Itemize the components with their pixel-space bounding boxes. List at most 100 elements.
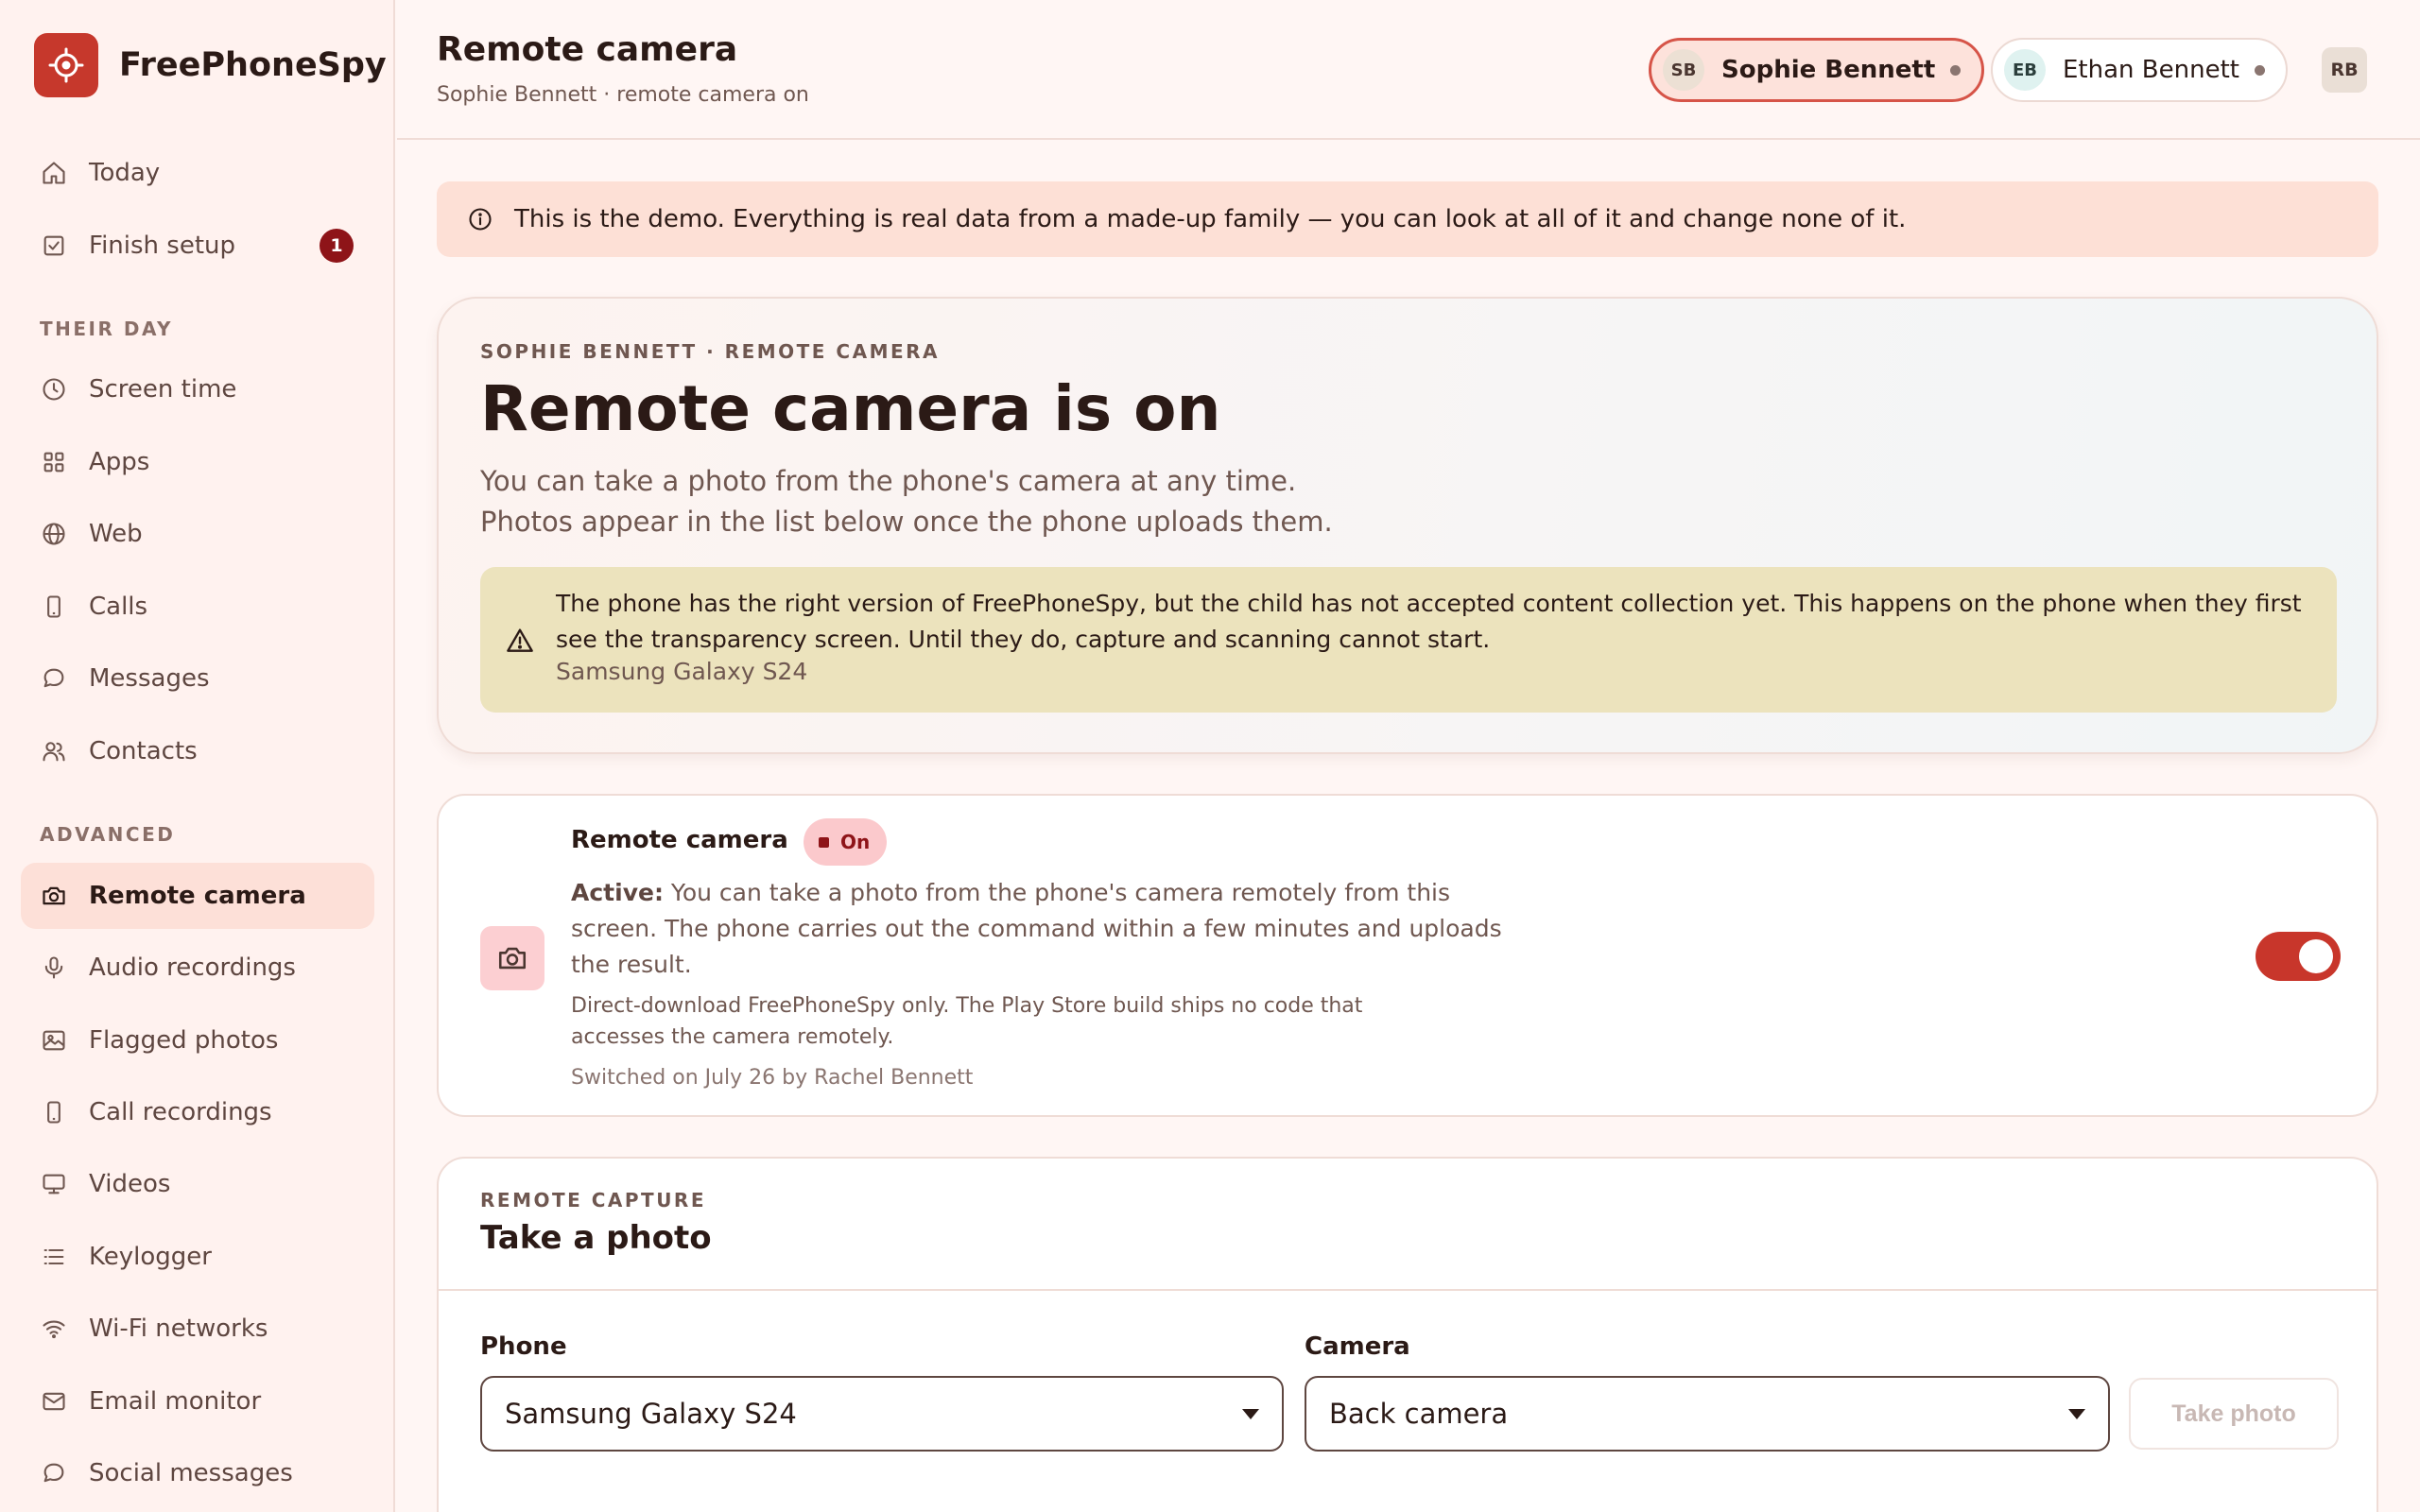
brand-name: FreePhoneSpy: [119, 46, 387, 84]
sidebar-item-label: Keylogger: [89, 1243, 212, 1271]
status-dot-icon: [1950, 64, 1962, 76]
sidebar-item-label: Messages: [89, 664, 210, 693]
camera-select[interactable]: Back camera: [1305, 1376, 2110, 1452]
chevron-down-icon: [2068, 1409, 2085, 1419]
phone-select[interactable]: Samsung Galaxy S24: [480, 1376, 1284, 1452]
status-badge: On: [804, 818, 888, 866]
sidebar-item-wifi-networks[interactable]: Wi-Fi networks: [21, 1296, 374, 1362]
avatar: EB: [2004, 49, 2046, 91]
chat-icon: [40, 1459, 68, 1487]
hero-eyebrow: SOPHIE BENNETT · REMOTE CAMERA: [480, 340, 941, 363]
setup-count-badge: 1: [320, 229, 354, 263]
sidebar-item-email-monitor[interactable]: Email monitor: [21, 1368, 374, 1435]
sidebar-item-label: Flagged photos: [89, 1026, 279, 1055]
sidebar-item-label: Today: [89, 159, 161, 187]
remote-camera-toggle[interactable]: [2256, 932, 2341, 981]
hero-description-line: Photos appear in the list below once the…: [480, 506, 1333, 538]
info-icon: [467, 205, 495, 233]
sidebar-item-messages[interactable]: Messages: [21, 645, 374, 712]
brand-logo-icon: [34, 33, 98, 97]
sidebar-item-label: Audio recordings: [89, 954, 296, 982]
sidebar-item-label: Screen time: [89, 375, 237, 404]
hero-description: You can take a photo from the phone's ca…: [480, 461, 1333, 542]
section-title-advanced: ADVANCED: [40, 823, 176, 846]
toggle-knob: [2299, 939, 2333, 973]
sidebar-item-social-messages[interactable]: Social messages: [21, 1440, 374, 1506]
sidebar-item-today[interactable]: Today: [21, 140, 374, 206]
people-icon: [40, 737, 68, 765]
feature-note: Direct-download FreePhoneSpy only. The P…: [571, 994, 1363, 1049]
take-photo-button[interactable]: Take photo: [2129, 1378, 2339, 1450]
microphone-icon: [40, 954, 68, 982]
camera-select-value: Back camera: [1329, 1398, 1509, 1430]
sidebar-item-label: Contacts: [89, 737, 198, 765]
sidebar-item-label: Videos: [89, 1170, 171, 1198]
grid-icon: [40, 448, 68, 476]
home-icon: [40, 159, 68, 187]
sidebar-item-apps[interactable]: Apps: [21, 429, 374, 495]
status-dot-icon: [2254, 64, 2265, 76]
capture-title: Take a photo: [480, 1219, 712, 1257]
child-chip-sophie[interactable]: SB Sophie Bennett: [1649, 38, 1985, 102]
sidebar-item-label: Calls: [89, 593, 148, 621]
sidebar-item-audio-recordings[interactable]: Audio recordings: [21, 935, 374, 1001]
section-title-their-day: THEIR DAY: [40, 318, 173, 340]
demo-banner: This is the demo. Everything is real dat…: [437, 181, 2378, 257]
camera-label: Camera: [1305, 1332, 1410, 1361]
sidebar: FreePhoneSpy Today Finish setup 1 THEIR …: [0, 0, 395, 1512]
phone-icon: [40, 1098, 68, 1126]
globe-icon: [40, 520, 68, 548]
sidebar-item-label: Social messages: [89, 1459, 293, 1487]
camera-icon: [40, 882, 68, 910]
consent-warning-text: The phone has the right version of FreeP…: [556, 590, 2302, 653]
sidebar-item-screen-time[interactable]: Screen time: [21, 356, 374, 422]
avatar: SB: [1663, 49, 1704, 91]
status-square-icon: [819, 836, 829, 848]
sidebar-item-keylogger[interactable]: Keylogger: [21, 1224, 374, 1290]
capture-eyebrow: REMOTE CAPTURE: [480, 1189, 706, 1211]
hero-description-line: You can take a photo from the phone's ca…: [480, 465, 1297, 497]
consent-warning: The phone has the right version of FreeP…: [480, 567, 2337, 713]
page-subtitle: Sophie Bennett · remote camera on: [437, 83, 809, 107]
sidebar-item-calls[interactable]: Calls: [21, 574, 374, 640]
clock-icon: [40, 375, 68, 404]
monitor-icon: [40, 1170, 68, 1198]
feature-title: Remote camera: [571, 826, 788, 854]
image-icon: [40, 1026, 68, 1055]
sidebar-item-label: Apps: [89, 448, 150, 476]
phone-label: Phone: [480, 1332, 567, 1361]
list-icon: [40, 1243, 68, 1271]
sidebar-item-contacts[interactable]: Contacts: [21, 718, 374, 784]
sidebar-item-web[interactable]: Web: [21, 501, 374, 567]
status-badge-label: On: [840, 831, 871, 853]
brand[interactable]: FreePhoneSpy: [34, 33, 387, 97]
child-name: Ethan Bennett: [2063, 56, 2239, 84]
page-title: Remote camera: [437, 30, 738, 69]
user-avatar[interactable]: RB: [2322, 47, 2367, 93]
sidebar-item-call-recordings[interactable]: Call recordings: [21, 1079, 374, 1145]
phone-icon: [40, 593, 68, 621]
feature-description-text: You can take a photo from the phone's ca…: [571, 879, 1502, 978]
feature-switched-on-meta: Switched on July 26 by Rachel Bennett: [571, 1066, 974, 1090]
mail-icon: [40, 1387, 68, 1416]
child-chip-ethan[interactable]: EB Ethan Bennett: [1991, 38, 2288, 102]
phone-select-value: Samsung Galaxy S24: [505, 1398, 797, 1430]
sidebar-item-videos[interactable]: Videos: [21, 1151, 374, 1217]
feature-description-strong: Active:: [571, 879, 664, 906]
sidebar-item-label: Call recordings: [89, 1098, 272, 1126]
checkbox-icon: [40, 232, 68, 260]
sidebar-item-finish-setup[interactable]: Finish setup 1: [21, 213, 374, 279]
divider: [439, 1289, 2377, 1291]
sidebar-item-label: Finish setup: [89, 232, 235, 260]
take-photo-card: REMOTE CAPTURE Take a photo Phone Samsun…: [437, 1157, 2378, 1512]
chevron-down-icon: [1242, 1409, 1259, 1419]
sidebar-item-label: Remote camera: [89, 882, 306, 910]
child-name: Sophie Bennett: [1721, 56, 1936, 84]
sidebar-item-flagged-photos[interactable]: Flagged photos: [21, 1007, 374, 1074]
feature-description: Active: You can take a photo from the ph…: [571, 875, 1507, 983]
sidebar-item-label: Wi-Fi networks: [89, 1314, 268, 1343]
page-header: Remote camera Sophie Bennett · remote ca…: [397, 0, 2420, 140]
hero-title: Remote camera is on: [480, 372, 1221, 445]
sidebar-item-remote-camera[interactable]: Remote camera: [21, 863, 374, 929]
chat-icon: [40, 664, 68, 693]
